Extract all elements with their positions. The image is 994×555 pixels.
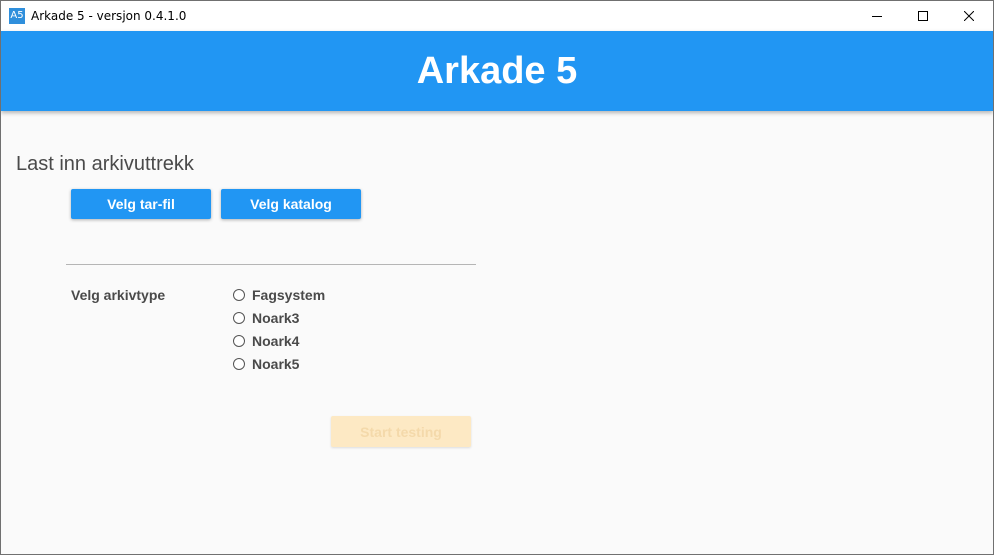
app-title: Arkade 5 — [416, 49, 578, 92]
minimize-icon — [872, 16, 882, 17]
radio-button-icon[interactable] — [233, 358, 245, 370]
radio-label: Noark5 — [252, 356, 300, 372]
radio-noark5[interactable]: Noark5 — [233, 354, 299, 374]
radio-noark3[interactable]: Noark3 — [233, 308, 299, 328]
start-testing-button[interactable]: Start testing — [331, 416, 471, 447]
radio-button-icon[interactable] — [233, 335, 245, 347]
window-title: Arkade 5 - versjon 0.4.1.0 — [31, 9, 187, 23]
radio-button-icon[interactable] — [233, 289, 245, 301]
radio-noark4[interactable]: Noark4 — [233, 331, 299, 351]
radio-label: Noark3 — [252, 310, 300, 326]
radio-label: Noark4 — [252, 333, 300, 349]
radio-label: Fagsystem — [252, 287, 326, 303]
section-title-load: Last inn arkivuttrekk — [16, 153, 194, 175]
radio-button-icon[interactable] — [233, 312, 245, 324]
close-icon — [964, 11, 974, 21]
radio-fagsystem[interactable]: Fagsystem — [233, 285, 325, 305]
app-window: A5 Arkade 5 - versjon 0.4.1.0 Arkade 5 L… — [0, 0, 994, 555]
app-logo-icon: A5 — [9, 8, 25, 24]
select-tar-file-button[interactable]: Velg tar-fil — [71, 189, 211, 219]
close-button[interactable] — [946, 1, 992, 31]
select-directory-button[interactable]: Velg katalog — [221, 189, 361, 219]
archive-type-label: Velg arkivtype — [71, 287, 166, 303]
divider — [66, 264, 476, 265]
maximize-button[interactable] — [900, 1, 946, 31]
maximize-icon — [918, 11, 928, 21]
title-bar: A5 Arkade 5 - versjon 0.4.1.0 — [1, 1, 993, 31]
app-header: Arkade 5 — [1, 31, 993, 111]
minimize-button[interactable] — [854, 1, 900, 31]
